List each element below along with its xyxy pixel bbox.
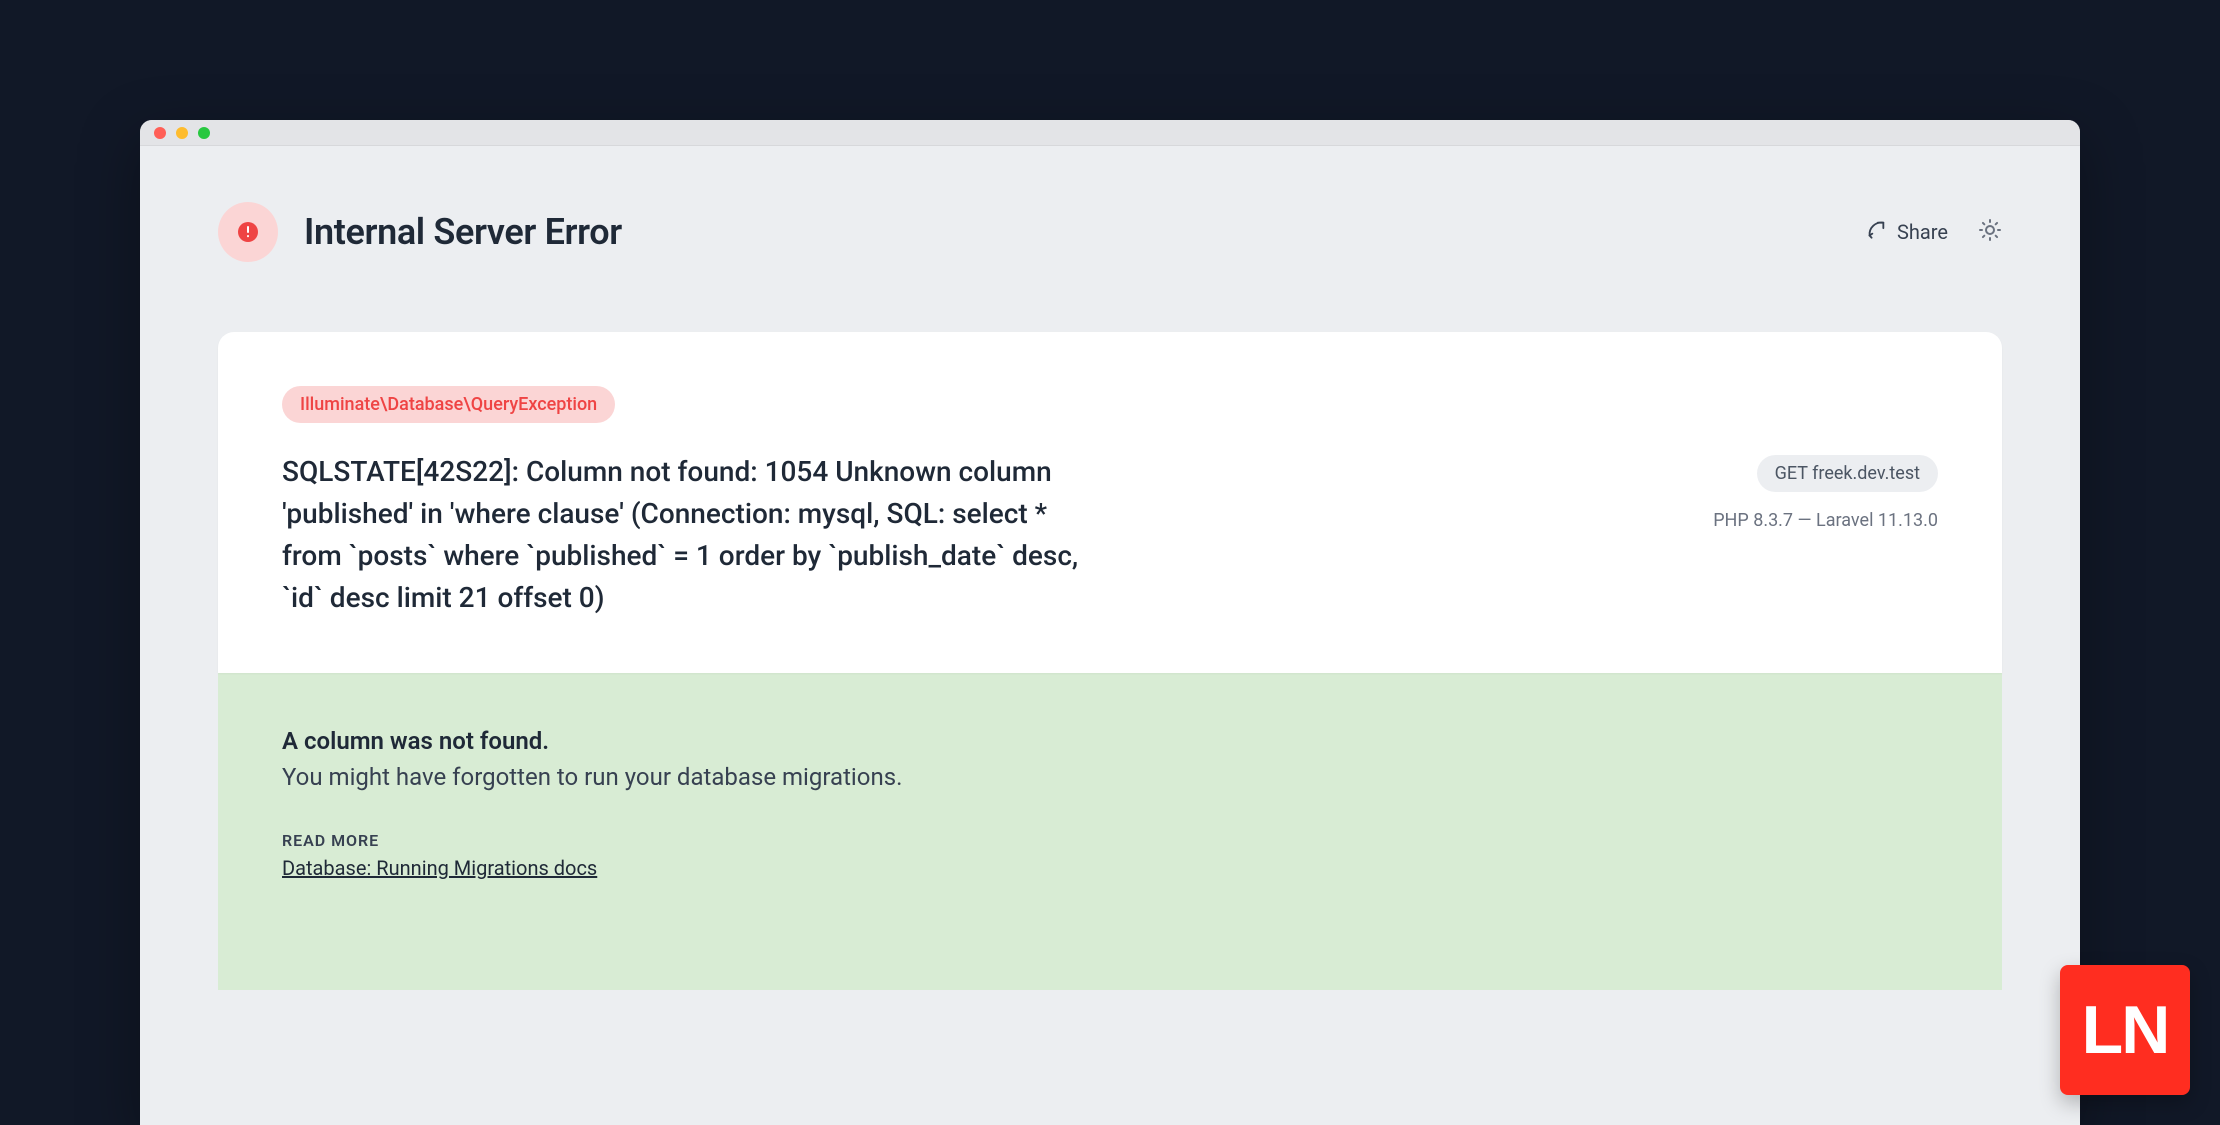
sun-icon — [1978, 218, 2002, 246]
request-route-badge: GET freek.dev.test — [1757, 455, 1938, 492]
share-icon — [1865, 219, 1887, 246]
laravel-news-badge[interactable]: LN — [2060, 965, 2190, 1095]
window-zoom-button[interactable] — [198, 127, 210, 139]
exception-message: SQLSTATE[42S22]: Column not found: 1054 … — [282, 451, 1102, 619]
hint-card: A column was not found. You might have f… — [218, 673, 2002, 990]
error-page: Internal Server Error Share — [140, 146, 2080, 1125]
error-badge — [218, 202, 278, 262]
window-minimize-button[interactable] — [176, 127, 188, 139]
hint-body: You might have forgotten to run your dat… — [282, 763, 1938, 791]
header-actions: Share — [1865, 218, 2002, 246]
exception-row: SQLSTATE[42S22]: Column not found: 1054 … — [282, 451, 1938, 619]
read-more-label: READ MORE — [282, 831, 1938, 850]
window-close-button[interactable] — [154, 127, 166, 139]
laravel-news-badge-text: LN — [2082, 991, 2169, 1069]
exception-card: Illuminate\Database\QueryException SQLST… — [218, 332, 2002, 673]
page-title: Internal Server Error — [304, 211, 622, 253]
browser-window: Internal Server Error Share — [140, 120, 2080, 1125]
header-left: Internal Server Error — [218, 202, 622, 262]
docs-link[interactable]: Database: Running Migrations docs — [282, 856, 597, 880]
environment-versions: PHP 8.3.7 — Laravel 11.13.0 — [1713, 510, 1938, 531]
exception-class-badge: Illuminate\Database\QueryException — [282, 386, 615, 423]
theme-toggle-button[interactable] — [1978, 218, 2002, 246]
page-header: Internal Server Error Share — [140, 146, 2080, 262]
exclamation-icon — [238, 222, 258, 242]
hint-title: A column was not found. — [282, 727, 1938, 755]
window-titlebar — [140, 120, 2080, 146]
share-label: Share — [1897, 220, 1948, 244]
exception-meta: GET freek.dev.test PHP 8.3.7 — Laravel 1… — [1713, 451, 1938, 619]
share-button[interactable]: Share — [1865, 219, 1948, 246]
